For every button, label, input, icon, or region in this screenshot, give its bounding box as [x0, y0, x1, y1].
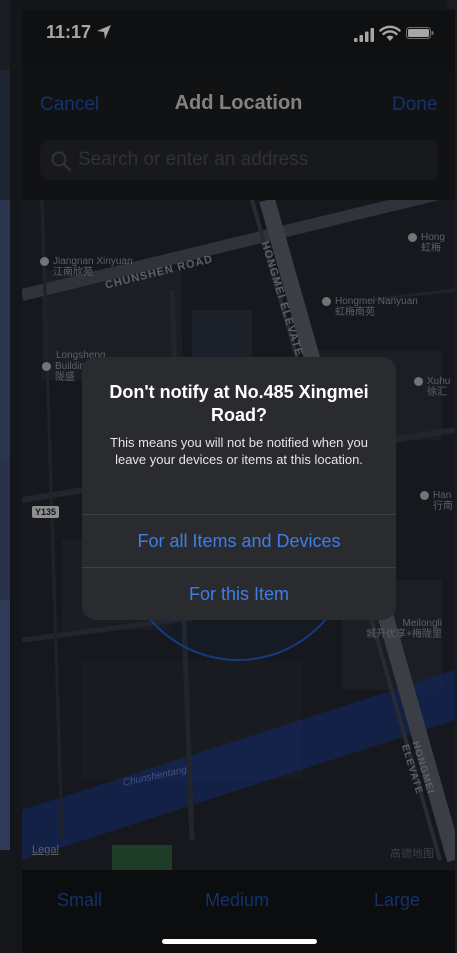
- previous-screen-edge: [0, 0, 10, 953]
- home-indicator[interactable]: [162, 939, 317, 944]
- alert-dialog: Don't notify at No.485 Xingmei Road? Thi…: [82, 357, 396, 620]
- for-this-item-button[interactable]: For this Item: [82, 568, 396, 620]
- for-all-items-button[interactable]: For all Items and Devices: [82, 515, 396, 567]
- phone-screen: 11:17 Cancel Add Location Done Search or…: [22, 10, 455, 953]
- alert-message: This means you will not be notified when…: [110, 435, 368, 467]
- alert-title: Don't notify at No.485 Xingmei Road?: [109, 382, 369, 425]
